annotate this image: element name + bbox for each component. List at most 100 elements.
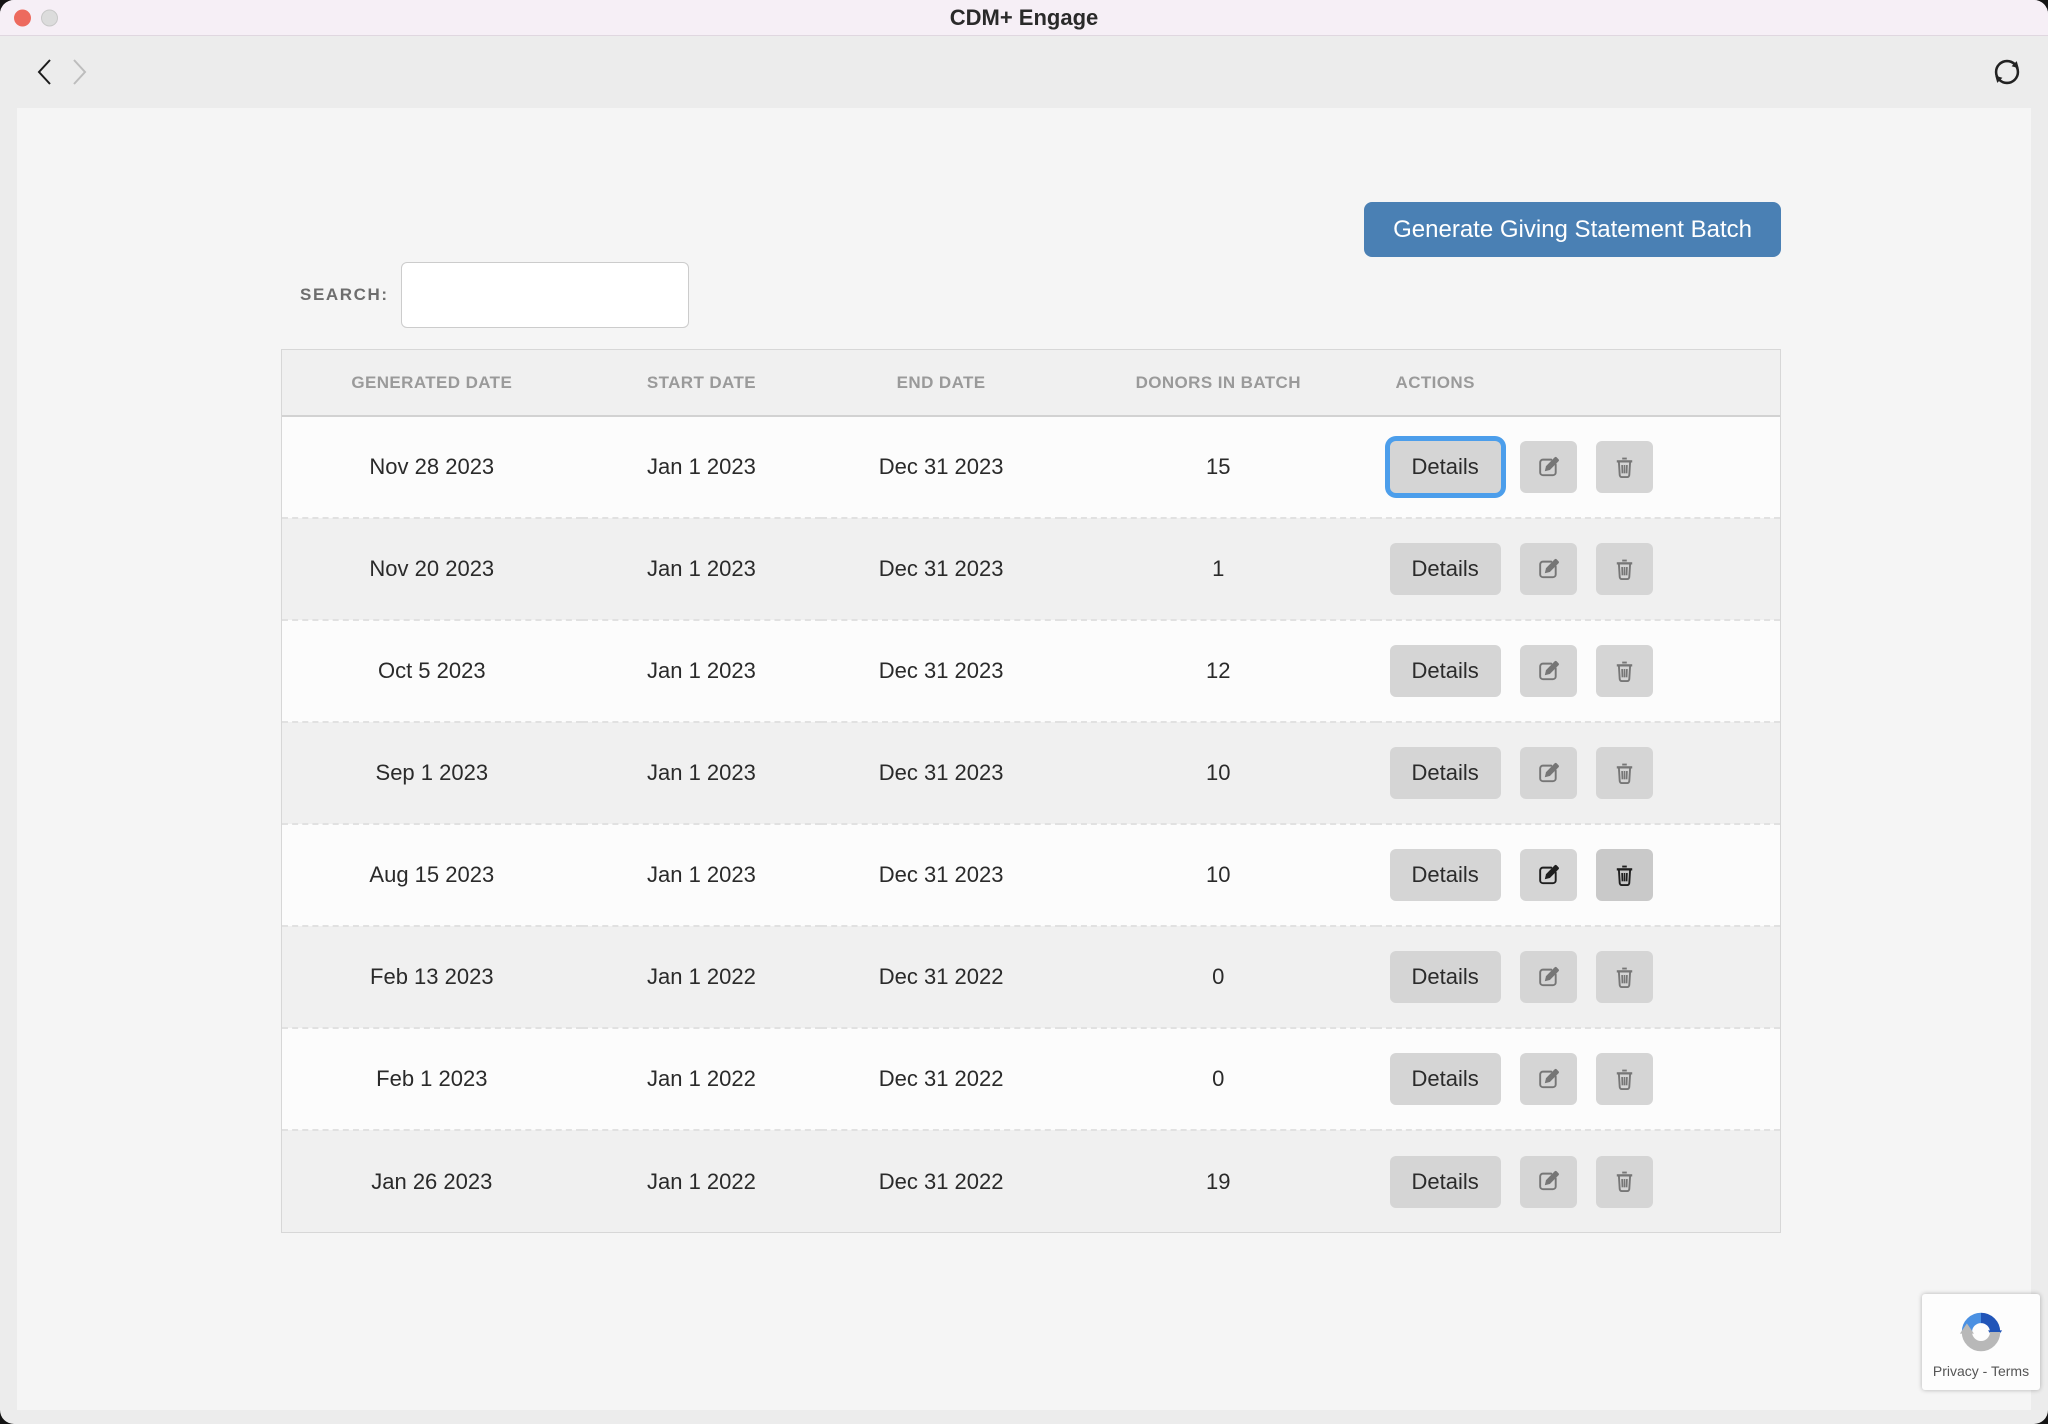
edit-button[interactable] [1520, 543, 1577, 595]
delete-button[interactable] [1596, 849, 1653, 901]
delete-button[interactable] [1596, 441, 1653, 493]
delete-button[interactable] [1596, 543, 1653, 595]
edit-button[interactable] [1520, 849, 1577, 901]
delete-button[interactable] [1596, 1156, 1653, 1208]
cell-start-date: Jan 1 2023 [582, 722, 822, 824]
trash-icon [1612, 761, 1637, 786]
recaptcha-privacy-terms[interactable]: Privacy - Terms [1933, 1363, 2029, 1379]
edit-icon [1535, 1168, 1562, 1195]
edit-icon [1535, 658, 1562, 685]
cell-start-date: Jan 1 2022 [582, 1028, 822, 1130]
cell-donors-in-batch: 19 [1061, 1130, 1376, 1232]
cell-start-date: Jan 1 2022 [582, 926, 822, 1028]
cell-end-date: Dec 31 2023 [821, 722, 1061, 824]
traffic-lights [14, 9, 58, 26]
trash-icon [1612, 659, 1637, 684]
edit-icon [1535, 760, 1562, 787]
delete-button[interactable] [1596, 645, 1653, 697]
window-title: CDM+ Engage [950, 5, 1099, 31]
refresh-icon [1988, 53, 2026, 91]
forward-button[interactable] [68, 57, 90, 87]
generate-giving-statement-batch-button[interactable]: Generate Giving Statement Batch [1364, 202, 1781, 257]
cell-end-date: Dec 31 2023 [821, 518, 1061, 620]
table-row: Oct 5 2023 Jan 1 2023 Dec 31 2023 12 Det… [282, 620, 1780, 722]
col-end-date: END DATE [821, 350, 1061, 416]
table-row: Jan 26 2023 Jan 1 2022 Dec 31 2022 19 De… [282, 1130, 1780, 1232]
table-row: Aug 15 2023 Jan 1 2023 Dec 31 2023 10 De… [282, 824, 1780, 926]
cell-donors-in-batch: 10 [1061, 824, 1376, 926]
edit-button[interactable] [1520, 1053, 1577, 1105]
details-button[interactable]: Details [1390, 951, 1501, 1003]
actions-bar: Generate Giving Statement Batch [281, 202, 1781, 257]
trash-icon [1612, 1169, 1637, 1194]
cell-generated-date: Jan 26 2023 [282, 1130, 582, 1232]
cell-donors-in-batch: 15 [1061, 416, 1376, 518]
details-button[interactable]: Details [1390, 441, 1501, 493]
delete-button[interactable] [1596, 747, 1653, 799]
cell-end-date: Dec 31 2022 [821, 1028, 1061, 1130]
cell-generated-date: Oct 5 2023 [282, 620, 582, 722]
cell-actions: Details [1376, 518, 1780, 620]
minimize-button[interactable] [41, 9, 58, 26]
search-input[interactable] [401, 262, 689, 328]
close-button[interactable] [14, 9, 31, 26]
recaptcha-badge[interactable]: Privacy - Terms [1922, 1294, 2040, 1390]
table-row: Sep 1 2023 Jan 1 2023 Dec 31 2023 10 Det… [282, 722, 1780, 824]
edit-button[interactable] [1520, 441, 1577, 493]
details-button[interactable]: Details [1390, 1156, 1501, 1208]
details-button[interactable]: Details [1390, 645, 1501, 697]
cell-generated-date: Sep 1 2023 [282, 722, 582, 824]
trash-icon [1612, 455, 1637, 480]
chevron-left-icon [34, 57, 56, 87]
trash-icon [1612, 863, 1637, 888]
search-bar: SEARCH: [281, 262, 1781, 328]
table-body: Nov 28 2023 Jan 1 2023 Dec 31 2023 15 De… [282, 416, 1780, 1232]
cell-actions: Details [1376, 926, 1780, 1028]
delete-button[interactable] [1596, 951, 1653, 1003]
col-actions: ACTIONS [1376, 350, 1780, 416]
delete-button[interactable] [1596, 1053, 1653, 1105]
cell-end-date: Dec 31 2023 [821, 416, 1061, 518]
details-button[interactable]: Details [1390, 747, 1501, 799]
edit-button[interactable] [1520, 645, 1577, 697]
edit-button[interactable] [1520, 951, 1577, 1003]
trash-icon [1612, 1067, 1637, 1092]
details-button[interactable]: Details [1390, 543, 1501, 595]
cell-actions: Details [1376, 824, 1780, 926]
page-body: Generate Giving Statement Batch SEARCH: … [281, 202, 1781, 1233]
giving-statement-batches-table: GENERATED DATE START DATE END DATE DONOR… [281, 349, 1781, 1233]
cell-generated-date: Nov 20 2023 [282, 518, 582, 620]
col-donors-in-batch: DONORS IN BATCH [1061, 350, 1376, 416]
trash-icon [1612, 557, 1637, 582]
details-button[interactable]: Details [1390, 1053, 1501, 1105]
cell-actions: Details [1376, 620, 1780, 722]
cell-end-date: Dec 31 2022 [821, 926, 1061, 1028]
cell-start-date: Jan 1 2023 [582, 824, 822, 926]
chevron-right-icon [68, 57, 90, 87]
cell-actions: Details [1376, 1028, 1780, 1130]
edit-icon [1535, 1066, 1562, 1093]
cell-actions: Details [1376, 1130, 1780, 1232]
edit-icon [1535, 862, 1562, 889]
cell-end-date: Dec 31 2023 [821, 824, 1061, 926]
cell-generated-date: Nov 28 2023 [282, 416, 582, 518]
app-window: CDM+ Engage [0, 0, 2048, 1424]
cell-generated-date: Feb 13 2023 [282, 926, 582, 1028]
col-generated-date: GENERATED DATE [282, 350, 582, 416]
edit-button[interactable] [1520, 1156, 1577, 1208]
cell-actions: Details [1376, 722, 1780, 824]
back-button[interactable] [34, 57, 56, 87]
search-label: SEARCH: [300, 285, 389, 305]
edit-icon [1535, 454, 1562, 481]
cell-start-date: Jan 1 2023 [582, 620, 822, 722]
edit-icon [1535, 556, 1562, 583]
trash-icon [1612, 965, 1637, 990]
cell-donors-in-batch: 12 [1061, 620, 1376, 722]
details-button[interactable]: Details [1390, 849, 1501, 901]
edit-button[interactable] [1520, 747, 1577, 799]
cell-start-date: Jan 1 2023 [582, 518, 822, 620]
table-row: Feb 1 2023 Jan 1 2022 Dec 31 2022 0 Deta… [282, 1028, 1780, 1130]
refresh-button[interactable] [1988, 53, 2026, 91]
main-content: Generate Giving Statement Batch SEARCH: … [17, 108, 2031, 1410]
cell-generated-date: Feb 1 2023 [282, 1028, 582, 1130]
